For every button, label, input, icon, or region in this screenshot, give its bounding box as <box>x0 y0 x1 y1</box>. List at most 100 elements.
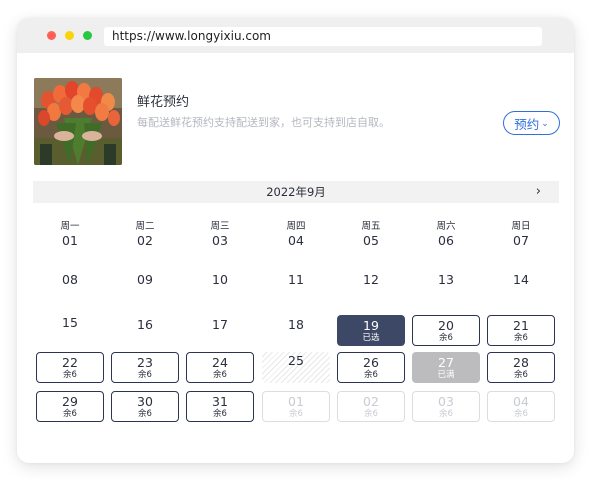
day-status: 余6 <box>439 409 453 419</box>
minimize-window-button[interactable] <box>65 31 74 40</box>
calendar-day-available[interactable]: 28 余6 <box>487 352 555 383</box>
day-status: 余6 <box>213 409 227 419</box>
day-number: 05 <box>363 233 379 248</box>
day-number: 18 <box>288 317 304 332</box>
chevron-right-icon[interactable]: › <box>536 181 541 202</box>
weekday-header: 周一 <box>60 221 80 232</box>
calendar-day-next-month: 03 余6 <box>412 391 480 422</box>
calendar-day-next-month: 01 余6 <box>262 391 330 422</box>
day-status: 余6 <box>138 409 152 419</box>
day-status: 余6 <box>213 370 227 380</box>
day-number: 14 <box>513 272 529 287</box>
day-number: 08 <box>62 272 78 287</box>
calendar-day-available[interactable]: 20 余6 <box>412 315 480 346</box>
product-description: 每配送鲜花预约支持配送到家，也可支持到店自取。 <box>137 116 390 129</box>
product-title: 鲜花预约 <box>137 95 190 110</box>
day-number: 28 <box>513 355 529 370</box>
tulip-bouquet-photo <box>34 78 122 165</box>
calendar-day-available[interactable]: 26 余6 <box>337 352 405 383</box>
day-number: 06 <box>438 233 454 248</box>
calendar-day: 03 <box>186 231 254 262</box>
day-status: 已选 <box>362 333 380 343</box>
day-number: 20 <box>438 318 454 333</box>
calendar-day-available[interactable]: 21 余6 <box>487 315 555 346</box>
calendar-day: 06 <box>412 231 480 262</box>
day-status: 余6 <box>514 370 528 380</box>
calendar-day: 12 <box>337 270 405 301</box>
day-status: 已满 <box>437 370 455 380</box>
month-title: 2022年9月 <box>266 185 326 199</box>
calendar-day-next-month: 02 余6 <box>337 391 405 422</box>
calendar-day-full: 27 已满 <box>412 352 480 383</box>
day-number: 07 <box>513 233 529 248</box>
day-status: 余6 <box>364 370 378 380</box>
calendar-day: 08 <box>36 270 104 301</box>
day-status: 余6 <box>63 370 77 380</box>
calendar-day-available[interactable]: 31 余6 <box>186 391 254 422</box>
day-number: 30 <box>137 394 153 409</box>
calendar-day: 10 <box>186 270 254 301</box>
weekday-header: 周五 <box>361 221 381 232</box>
day-status: 余6 <box>63 409 77 419</box>
title-bar: https://www.longyixiu.com <box>17 18 574 53</box>
weekday-header: 周日 <box>511 221 531 232</box>
day-number: 25 <box>288 353 304 368</box>
month-header: 2022年9月 › <box>33 181 559 203</box>
calendar-day-unavailable: 25 <box>262 352 330 383</box>
chevron-down-icon: ⌄ <box>541 119 549 129</box>
calendar-day: 16 <box>111 315 179 346</box>
day-number: 04 <box>513 394 529 409</box>
weekday-header: 周六 <box>436 221 456 232</box>
day-number: 27 <box>438 355 454 370</box>
calendar-day-available[interactable]: 24 余6 <box>186 352 254 383</box>
day-number: 15 <box>62 315 78 330</box>
calendar-day: 02 <box>111 231 179 262</box>
calendar-day: 15 <box>36 313 104 344</box>
day-number: 12 <box>363 272 379 287</box>
weekday-header: 周四 <box>286 221 306 232</box>
calendar-day-available[interactable]: 23 余6 <box>111 352 179 383</box>
calendar-day: 01 <box>36 231 104 262</box>
day-number: 03 <box>438 394 454 409</box>
day-number: 26 <box>363 355 379 370</box>
weekday-header: 周二 <box>135 221 155 232</box>
day-number: 01 <box>288 394 304 409</box>
day-number: 24 <box>212 355 228 370</box>
reserve-button[interactable]: 预约 ⌄ <box>503 111 560 135</box>
day-status: 余6 <box>364 409 378 419</box>
calendar-day: 07 <box>487 231 555 262</box>
day-status: 余6 <box>514 333 528 343</box>
day-status: 余6 <box>138 370 152 380</box>
calendar-day: 11 <box>262 270 330 301</box>
day-number: 09 <box>137 272 153 287</box>
calendar-day: 13 <box>412 270 480 301</box>
day-number: 31 <box>212 394 228 409</box>
day-status: 余6 <box>514 409 528 419</box>
day-number: 22 <box>62 355 78 370</box>
day-status: 余6 <box>289 409 303 419</box>
day-number: 19 <box>363 318 379 333</box>
calendar-day-available[interactable]: 30 余6 <box>111 391 179 422</box>
product-image <box>34 78 122 165</box>
calendar-day-available[interactable]: 29 余6 <box>36 391 104 422</box>
calendar-day-selected[interactable]: 19 已选 <box>337 315 405 346</box>
calendar-day: 18 <box>262 315 330 346</box>
day-number: 17 <box>212 317 228 332</box>
calendar-day-next-month: 04 余6 <box>487 391 555 422</box>
calendar-day: 05 <box>337 231 405 262</box>
weekday-header: 周三 <box>210 221 230 232</box>
reserve-label: 预约 <box>514 116 540 132</box>
day-number: 23 <box>137 355 153 370</box>
close-window-button[interactable] <box>47 31 56 40</box>
day-number: 02 <box>137 233 153 248</box>
day-number: 01 <box>62 233 78 248</box>
day-number: 11 <box>288 272 304 287</box>
day-number: 21 <box>513 318 529 333</box>
day-number: 13 <box>438 272 454 287</box>
calendar-day: 14 <box>487 270 555 301</box>
day-number: 03 <box>212 233 228 248</box>
address-bar[interactable]: https://www.longyixiu.com <box>104 27 542 46</box>
calendar-day-available[interactable]: 22 余6 <box>36 352 104 383</box>
day-number: 10 <box>212 272 228 287</box>
maximize-window-button[interactable] <box>83 31 92 40</box>
